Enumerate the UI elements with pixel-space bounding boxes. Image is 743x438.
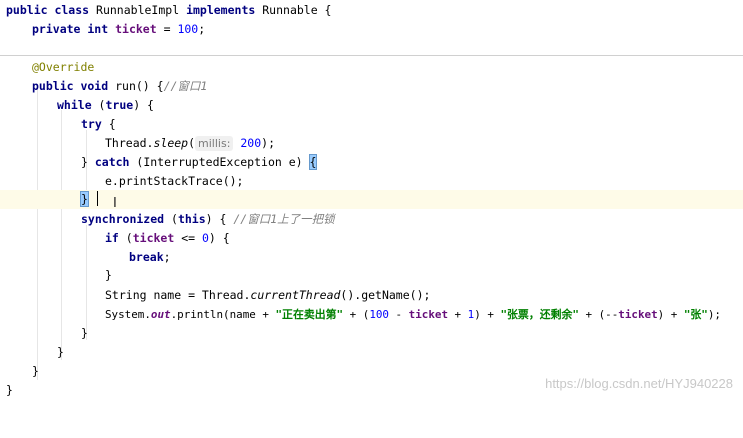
code-text: ) +: [657, 308, 684, 321]
keyword: if: [105, 231, 119, 245]
code-text: }: [32, 364, 39, 378]
code-line[interactable]: synchronized (this) { //窗口1上了一把锁: [0, 210, 743, 229]
number-literal: 200: [240, 136, 262, 150]
field-name: ticket: [408, 308, 448, 321]
parameter-hint: millis:: [195, 136, 234, 151]
code-text: ) {: [205, 212, 234, 226]
code-line[interactable]: if (ticket <= 0) {: [0, 229, 743, 248]
code-text: e.printStackTrace();: [105, 174, 244, 188]
method-separator: [0, 55, 743, 56]
annotation: @Override: [32, 60, 95, 74]
current-line[interactable]: }: [0, 190, 743, 209]
code-text: (: [164, 212, 178, 226]
code-line[interactable]: String name = Thread.currentThread().get…: [0, 286, 743, 305]
method-name: sleep: [153, 136, 189, 150]
code-text: (: [188, 136, 196, 150]
code-text: + (--: [578, 308, 619, 321]
text-cursor: [97, 191, 98, 206]
keyword: public void: [32, 79, 109, 93]
field-name: ticket: [132, 231, 175, 245]
static-field: out: [150, 308, 171, 321]
code-text: (InterruptedException e): [129, 155, 310, 169]
keyword: this: [177, 212, 206, 226]
code-text: -: [388, 308, 409, 321]
code-text: ) {: [208, 231, 230, 245]
code-text: ;: [198, 22, 206, 36]
code-text: {: [101, 117, 116, 131]
keyword: implements: [186, 3, 256, 17]
code-text: ;: [163, 250, 171, 264]
code-text: }: [6, 383, 13, 397]
code-text: +: [448, 308, 468, 321]
string-literal: "张票，还剩余": [500, 308, 579, 321]
ibeam-cursor-icon: I: [113, 196, 117, 211]
keyword: public class: [6, 3, 90, 17]
string-literal: "张": [683, 308, 708, 321]
comment: //窗口1上了一把锁: [233, 212, 335, 226]
code-text: );: [261, 136, 275, 150]
keyword: synchronized: [81, 212, 165, 226]
code-text: (: [91, 98, 106, 112]
code-line[interactable]: public void run() {//窗口1: [0, 77, 743, 96]
number-literal: 0: [201, 231, 209, 245]
code-text: }: [57, 345, 64, 359]
number-literal: 100: [177, 22, 199, 36]
code-text: <=: [174, 231, 202, 245]
code-text: }: [105, 268, 112, 282]
code-text: (: [118, 231, 133, 245]
code-line[interactable]: try {: [0, 115, 743, 134]
code-text: System.: [105, 308, 151, 321]
code-text: + (: [343, 308, 370, 321]
code-line[interactable]: } catch (InterruptedException e) {: [0, 153, 743, 172]
code-text: Runnable {: [262, 3, 332, 17]
field-name: ticket: [618, 308, 658, 321]
code-text: }: [81, 326, 88, 340]
code-text: run() {: [115, 79, 164, 93]
field-name: ticket: [115, 22, 157, 36]
keyword: private int: [32, 22, 109, 36]
code-text: ) {: [133, 98, 154, 112]
code-line[interactable]: e.printStackTrace();: [0, 172, 743, 191]
keyword: while: [57, 98, 92, 112]
code-editor[interactable]: public class RunnableImpl implements Run…: [0, 0, 743, 401]
code-line[interactable]: }: [0, 343, 743, 362]
keyword: true: [105, 98, 134, 112]
method-name: currentThread: [250, 288, 341, 302]
code-line[interactable]: Thread.sleep(millis: 200);: [0, 134, 743, 153]
code-line[interactable]: }: [0, 324, 743, 343]
number-literal: 100: [369, 308, 389, 321]
code-text: );: [707, 308, 721, 321]
code-line[interactable]: }: [0, 266, 743, 285]
code-text: ) +: [474, 308, 501, 321]
code-text: Thread.: [105, 136, 154, 150]
matched-brace: }: [80, 191, 89, 207]
code-line[interactable]: while (true) {: [0, 96, 743, 115]
code-text: String name = Thread.: [105, 288, 251, 302]
keyword: break: [129, 250, 164, 264]
string-literal: "正在卖出第": [275, 308, 344, 321]
comment: //窗口1: [163, 79, 208, 93]
code-text: ().getName();: [340, 288, 431, 302]
class-name: RunnableImpl: [96, 3, 180, 17]
matched-brace: {: [308, 154, 318, 170]
code-line[interactable]: System.out.println(name + "正在卖出第" + (100…: [0, 305, 743, 324]
code-text: .println(name +: [170, 308, 276, 321]
keyword: catch: [94, 155, 130, 169]
code-line[interactable]: private int ticket = 100;: [0, 20, 743, 39]
code-line[interactable]: @Override: [0, 58, 743, 77]
code-text: =: [156, 22, 178, 36]
keyword: try: [81, 117, 102, 131]
code-line[interactable]: break;: [0, 248, 743, 267]
code-line[interactable]: public class RunnableImpl implements Run…: [0, 1, 743, 20]
watermark: https://blog.csdn.net/HYJ940228: [545, 376, 733, 391]
code-text: }: [81, 155, 95, 169]
